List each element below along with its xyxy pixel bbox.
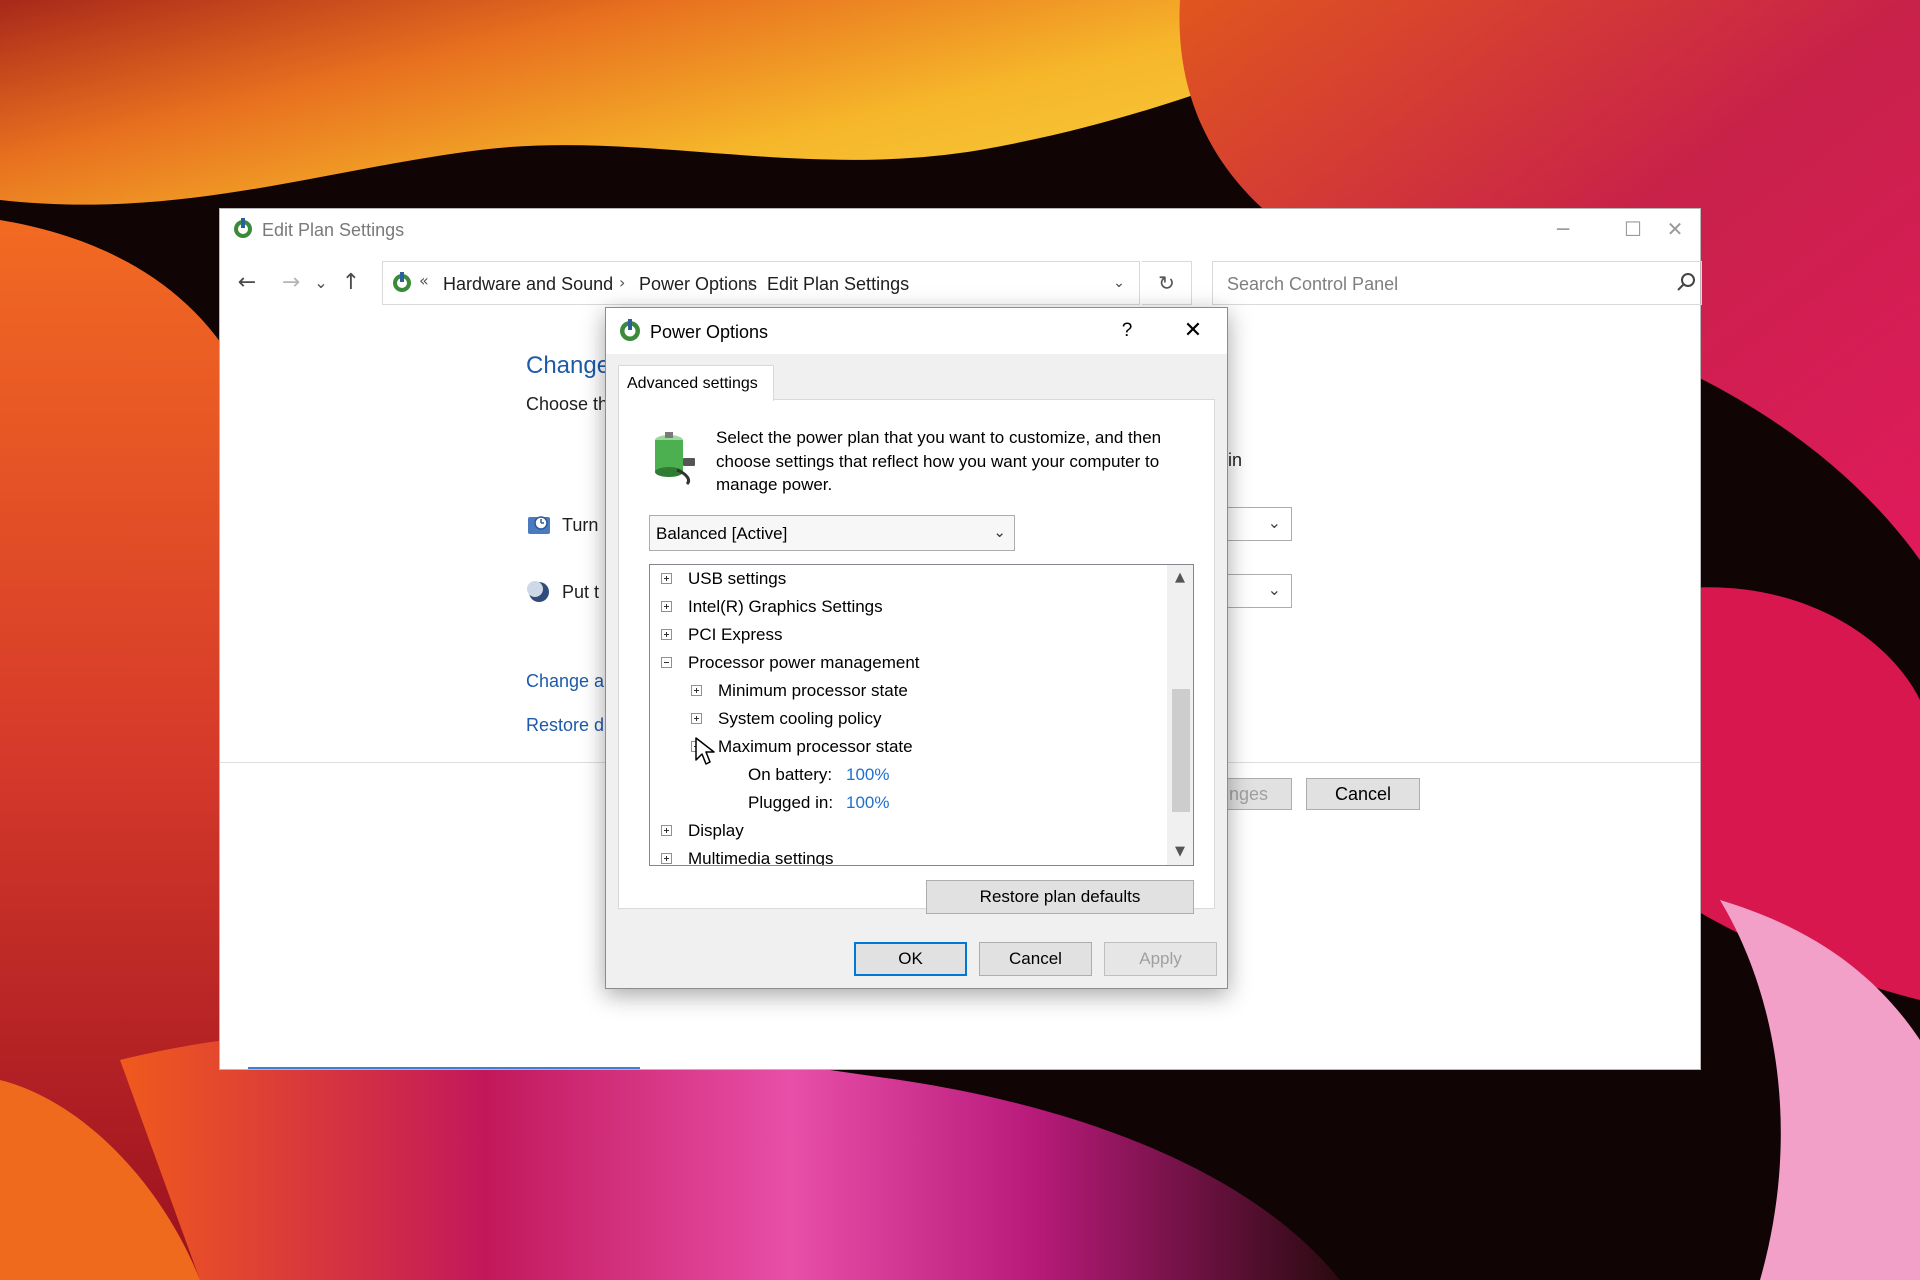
column-header-partial: in (1228, 450, 1243, 470)
mouse-cursor-icon (695, 737, 715, 765)
tab-label: Advanced settings (627, 375, 758, 392)
tree-item-label: Display (688, 821, 744, 840)
plugged-in-value[interactable]: 100% (846, 793, 889, 813)
back-button[interactable]: ← (230, 267, 264, 299)
cancel-button-background[interactable]: Cancel (1306, 778, 1420, 810)
up-button[interactable]: ↑ (334, 267, 368, 299)
minimize-button[interactable]: ─ (1528, 209, 1598, 249)
address-overflow[interactable]: « (419, 271, 429, 290)
window-title: Edit Plan Settings (262, 220, 405, 240)
scroll-up-icon[interactable]: ▲ (1167, 565, 1193, 591)
chevron-down-icon: ⌄ (1267, 513, 1281, 532)
power-options-icon (620, 319, 640, 341)
search-input[interactable]: Search Control Panel (1227, 274, 1398, 295)
page-heading: Change (526, 352, 611, 379)
cancel-button[interactable]: Cancel (979, 942, 1092, 976)
plugged-in-label: Plugged in: (748, 793, 834, 812)
address-bar-row: ← → ⌄ ↑ « Hardware and Sound › Power Opt… (220, 261, 1702, 305)
tree-item-label: USB settings (688, 569, 787, 588)
close-button[interactable]: ✕ (1650, 209, 1700, 249)
breadcrumb-hardware-and-sound[interactable]: Hardware and Sound (443, 274, 613, 295)
power-plan-select[interactable]: Balanced [Active] ⌄ (649, 515, 1015, 551)
search-icon[interactable] (1671, 268, 1701, 298)
refresh-button[interactable]: ↻ (1142, 261, 1192, 305)
turn-off-display-label: Turn (562, 515, 599, 535)
tree-scrollbar[interactable]: ▲ ▼ (1167, 565, 1193, 865)
expand-icon[interactable] (661, 601, 672, 612)
scroll-down-icon[interactable]: ▼ (1167, 839, 1193, 865)
expand-icon[interactable] (661, 853, 672, 864)
save-changes-button[interactable]: nges (1220, 778, 1292, 810)
on-battery-value[interactable]: 100% (846, 765, 889, 785)
expand-icon[interactable] (661, 629, 672, 640)
expand-icon[interactable] (661, 825, 672, 836)
sleep-select[interactable]: ⌄ (1220, 574, 1292, 608)
restore-plan-defaults-button[interactable]: Restore plan defaults (926, 880, 1194, 914)
tab-advanced-settings[interactable]: Advanced settings (618, 365, 774, 401)
settings-tree[interactable]: USB settings Intel(R) Graphics Settings … (649, 564, 1194, 866)
power-options-icon (393, 272, 411, 292)
expand-icon[interactable] (691, 685, 702, 696)
display-timer-icon (528, 516, 550, 534)
dialog-description: Select the power plan that you want to c… (716, 428, 1162, 494)
recent-locations-button[interactable]: ⌄ (310, 267, 332, 299)
collapse-icon[interactable] (661, 657, 672, 668)
breadcrumb-power-options[interactable]: Power Options (639, 274, 757, 295)
address-dropdown-button[interactable]: ⌄ (1099, 262, 1139, 304)
address-bar[interactable]: « Hardware and Sound › Power Options › E… (382, 261, 1140, 305)
dialog-close-button[interactable]: ✕ (1176, 314, 1210, 348)
change-advanced-settings-link[interactable]: Change a (526, 671, 604, 692)
turn-off-display-select[interactable]: ⌄ (1220, 507, 1292, 541)
page-subheading: Choose th (526, 394, 609, 414)
put-to-sleep-label: Put t (562, 582, 600, 602)
power-options-icon (234, 218, 252, 238)
on-battery-label: On battery: (748, 765, 833, 784)
tree-item-label: Maximum processor state (718, 737, 913, 756)
breadcrumb-separator[interactable]: › (619, 273, 625, 292)
breadcrumb-edit-plan-settings[interactable]: Edit Plan Settings (767, 274, 909, 295)
help-button[interactable]: ? (1112, 316, 1142, 346)
tree-item-label: Intel(R) Graphics Settings (688, 597, 883, 616)
ok-button[interactable]: OK (854, 942, 967, 976)
restore-defaults-link[interactable]: Restore d (526, 715, 604, 736)
sleep-moon-icon (527, 581, 549, 602)
advanced-settings-panel: Select the power plan that you want to c… (618, 399, 1215, 914)
chevron-down-icon: ⌄ (1267, 580, 1281, 599)
dialog-title: Power Options (650, 322, 769, 342)
forward-button[interactable]: → (274, 267, 308, 299)
expand-icon[interactable] (661, 573, 672, 584)
power-options-dialog: Power Options ? ✕ Advanced settings Sele… (605, 307, 1228, 989)
power-plan-value: Balanced [Active] (656, 524, 788, 543)
search-box[interactable]: Search Control Panel (1212, 261, 1702, 305)
dialog-title-bar: Power Options ? ✕ (606, 308, 1227, 354)
scroll-thumb[interactable] (1172, 689, 1190, 812)
battery-plug-icon (655, 432, 695, 486)
tree-item-label: System cooling policy (718, 709, 882, 728)
breadcrumb-separator[interactable]: › (747, 273, 753, 292)
apply-button[interactable]: Apply (1104, 942, 1217, 976)
tree-item-label: PCI Express (688, 625, 783, 644)
tree-item-label: Multimedia settings (688, 849, 834, 866)
expand-icon[interactable] (691, 713, 702, 724)
title-bar: Edit Plan Settings ─ ☐ ✕ (220, 209, 1700, 249)
chevron-down-icon: ⌄ (993, 523, 1006, 541)
tree-item-label: Minimum processor state (718, 681, 908, 700)
tree-item-label: Processor power management (688, 653, 920, 672)
progress-accent (248, 1067, 640, 1069)
